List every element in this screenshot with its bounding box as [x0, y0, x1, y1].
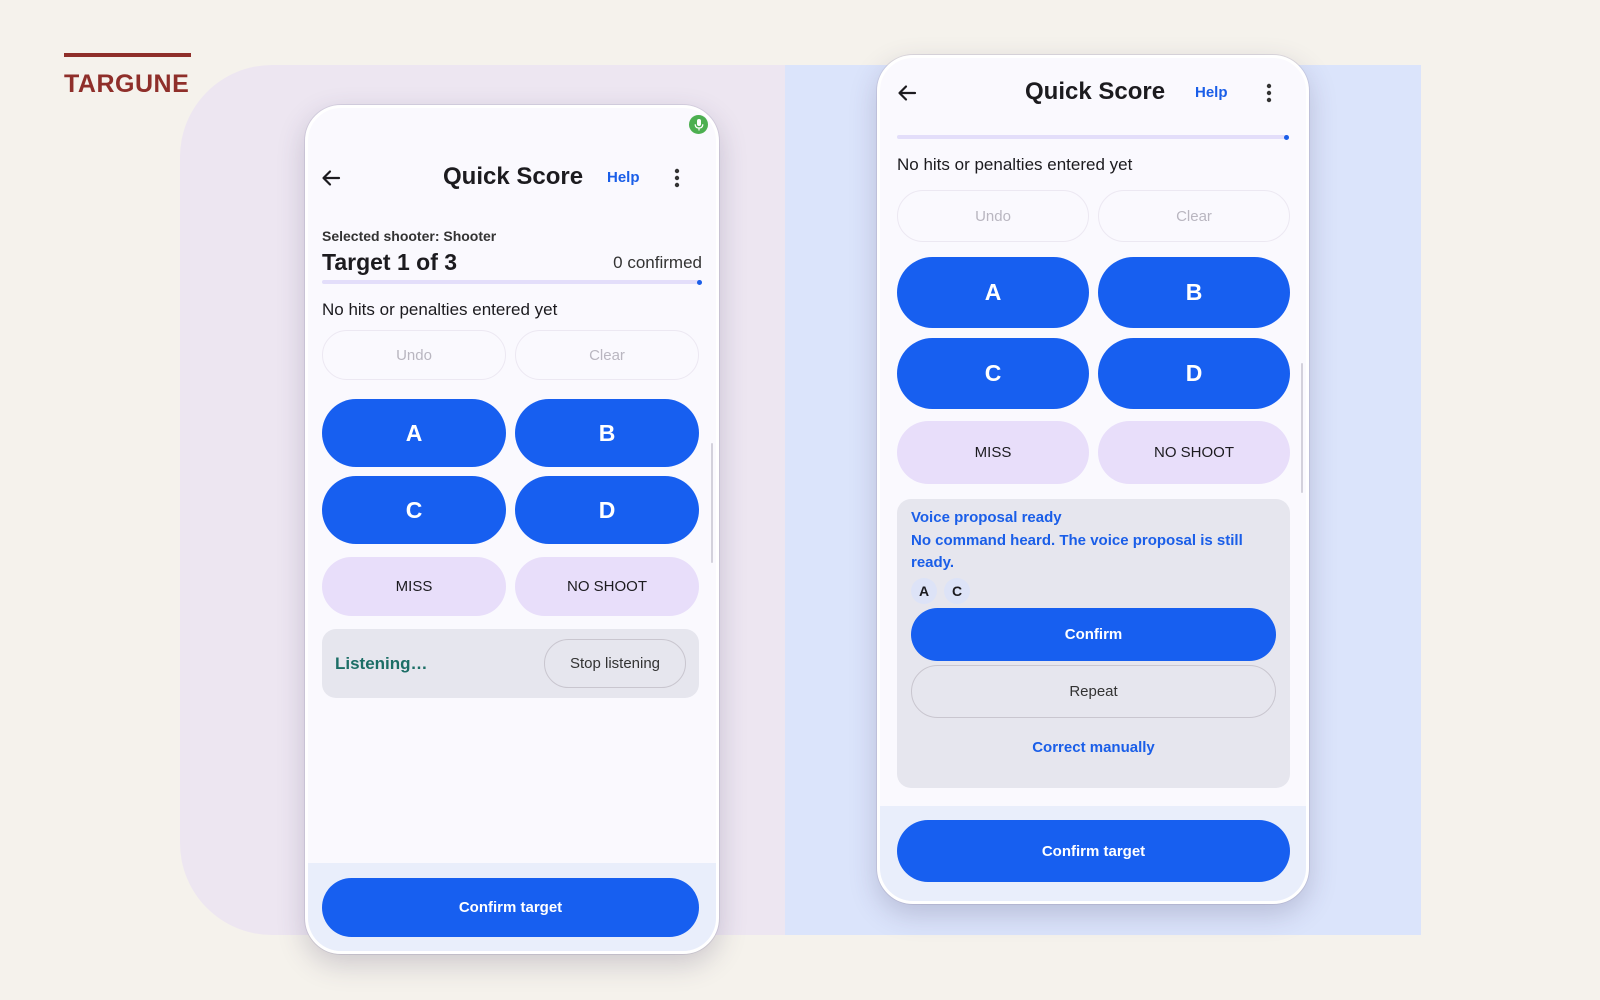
- brand-logo: TARGUNE: [64, 70, 190, 98]
- more-vert-icon[interactable]: [660, 161, 694, 195]
- help-link[interactable]: Help: [1195, 84, 1228, 101]
- clear-button[interactable]: Clear: [1098, 190, 1290, 242]
- target-indicator: Target 1 of 3: [322, 249, 458, 275]
- listening-status: Listening…: [335, 654, 428, 673]
- voice-proposal-title: Voice proposal ready: [911, 509, 1062, 526]
- stop-listening-button[interactable]: Stop listening: [544, 639, 686, 688]
- top-app-bar: Quick Score Help: [880, 73, 1306, 113]
- bottom-action-bar: Confirm target: [880, 806, 1306, 901]
- phone-listening: Quick Score Help Selected shooter: Shoot…: [305, 105, 719, 954]
- repeat-button[interactable]: Repeat: [911, 665, 1276, 718]
- miss-button[interactable]: MISS: [897, 421, 1089, 484]
- scrollbar[interactable]: [711, 443, 713, 563]
- confirmed-count: 0 confirmed: [613, 253, 702, 272]
- score-d-button[interactable]: D: [1098, 338, 1290, 409]
- confirm-proposal-button[interactable]: Confirm: [911, 608, 1276, 661]
- page-title: Quick Score: [1025, 78, 1166, 105]
- listening-panel: Listening… Stop listening: [322, 629, 699, 698]
- top-app-bar: Quick Score Help: [308, 158, 716, 198]
- score-status: No hits or penalties entered yet: [897, 155, 1133, 174]
- arrow-left-icon[interactable]: [314, 161, 348, 195]
- mic-icon: [689, 115, 708, 134]
- help-link[interactable]: Help: [607, 169, 640, 186]
- confirm-target-button[interactable]: Confirm target: [897, 820, 1290, 882]
- target-progress-bar: [897, 134, 1289, 140]
- scrollbar[interactable]: [1301, 363, 1303, 493]
- more-vert-icon[interactable]: [1252, 76, 1286, 110]
- score-b-button[interactable]: B: [1098, 257, 1290, 328]
- miss-button[interactable]: MISS: [322, 557, 506, 616]
- score-a-button[interactable]: A: [322, 399, 506, 467]
- proposal-chip: A: [911, 578, 937, 604]
- target-progress-bar: [322, 279, 702, 285]
- proposal-chip: C: [944, 578, 970, 604]
- undo-button[interactable]: Undo: [322, 330, 506, 380]
- bottom-action-bar: Confirm target: [308, 863, 716, 951]
- score-d-button[interactable]: D: [515, 476, 699, 544]
- undo-button[interactable]: Undo: [897, 190, 1089, 242]
- score-status: No hits or penalties entered yet: [322, 300, 558, 319]
- phone-voice-proposal: Quick Score Help No hits or penalties en…: [877, 55, 1309, 904]
- page-title: Quick Score: [443, 163, 584, 190]
- voice-proposal-message: No command heard. The voice proposal is …: [911, 532, 1243, 571]
- voice-proposal-panel: Voice proposal ready No command heard. T…: [897, 499, 1290, 788]
- no-shoot-button[interactable]: NO SHOOT: [1098, 421, 1290, 484]
- no-shoot-button[interactable]: NO SHOOT: [515, 557, 699, 616]
- correct-manually-link[interactable]: Correct manually: [897, 739, 1290, 756]
- score-c-button[interactable]: C: [897, 338, 1089, 409]
- confirm-target-button[interactable]: Confirm target: [322, 878, 699, 937]
- score-b-button[interactable]: B: [515, 399, 699, 467]
- score-c-button[interactable]: C: [322, 476, 506, 544]
- brand-underline: [64, 53, 191, 57]
- selected-shooter-label: Selected shooter: Shooter: [322, 228, 497, 244]
- score-a-button[interactable]: A: [897, 257, 1089, 328]
- clear-button[interactable]: Clear: [515, 330, 699, 380]
- arrow-left-icon[interactable]: [890, 76, 924, 110]
